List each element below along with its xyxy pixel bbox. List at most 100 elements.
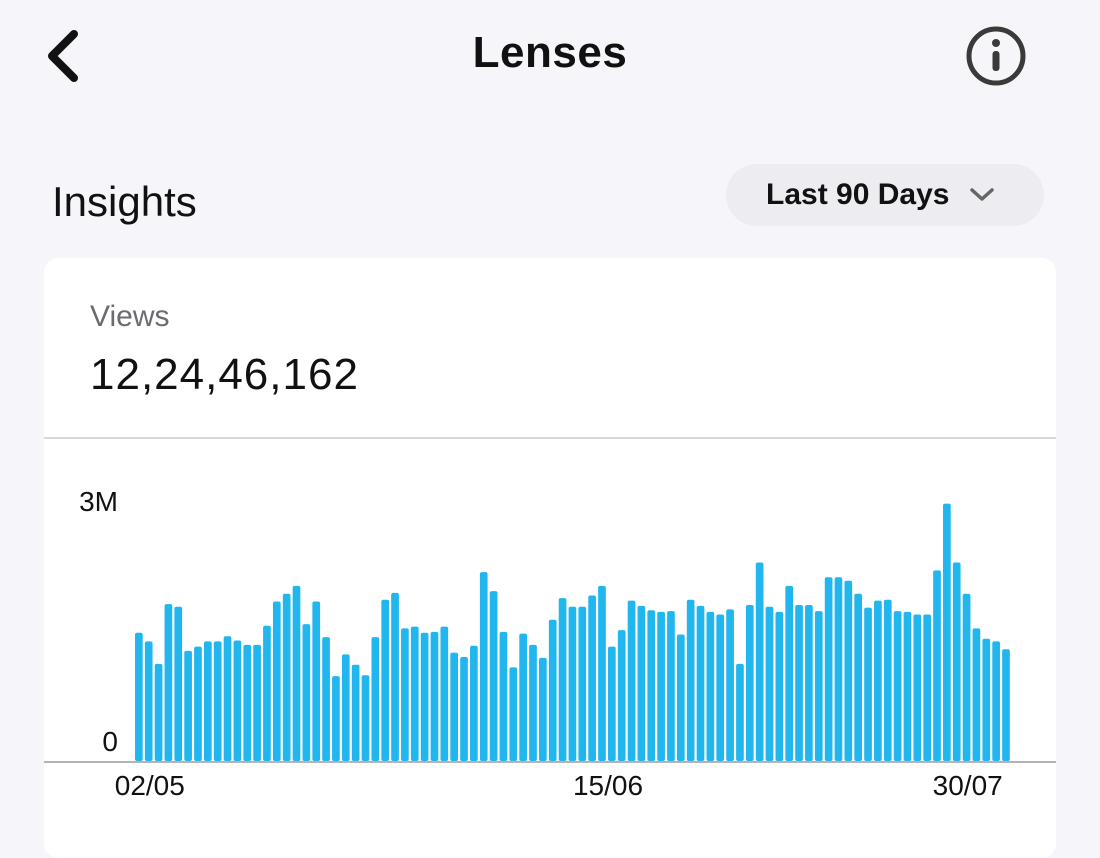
chart-bar <box>647 610 656 761</box>
chevron-down-icon <box>970 188 995 201</box>
x-tick-label: 02/05 <box>115 770 185 801</box>
chart-bar <box>509 667 518 761</box>
chart-bar <box>775 611 784 761</box>
chart-bar <box>233 640 242 761</box>
chart-bar <box>332 676 340 761</box>
chart-bar <box>253 644 261 761</box>
chart-bar <box>883 599 892 761</box>
chart-bar <box>243 644 252 761</box>
chart-bar <box>312 601 321 761</box>
y-tick-label: 3M <box>79 486 118 517</box>
page-title: Lenses <box>472 28 628 77</box>
chart-bar <box>539 657 547 761</box>
chart-bar <box>982 638 991 761</box>
chart-bar <box>578 606 587 761</box>
views-bar-chart: 0 3M 02/05 15/06 30/07 <box>44 486 1056 801</box>
chart-bar <box>913 614 922 761</box>
chart-bar <box>450 652 459 761</box>
chart-bar <box>598 585 606 761</box>
chart-bar <box>834 577 843 761</box>
chart-bar <box>223 636 232 761</box>
chart-bar <box>194 646 202 761</box>
chart-bar <box>588 595 596 761</box>
chart-bar <box>410 626 419 761</box>
chart-bar <box>874 600 882 761</box>
chart-bar <box>460 657 468 761</box>
chart-bar <box>144 641 153 761</box>
chart-bar <box>568 606 577 761</box>
chart-bar <box>706 611 715 761</box>
chart-bar <box>558 598 567 761</box>
chart-bar <box>933 570 941 761</box>
chart-bar <box>499 631 508 761</box>
chart-bar <box>736 663 744 761</box>
x-tick-label: 30/07 <box>933 770 1003 801</box>
chart-bar <box>923 614 931 761</box>
chart-bar <box>292 585 301 761</box>
chart-bar <box>765 606 774 761</box>
date-range-label: Last 90 Days <box>766 178 950 211</box>
chart-bar <box>844 580 853 761</box>
chart-bar <box>627 600 636 761</box>
chart-bar <box>341 654 350 761</box>
chart-bar <box>272 601 281 761</box>
chart-bar <box>440 626 449 761</box>
chart-bar <box>154 663 163 761</box>
chart-bar <box>903 611 912 761</box>
chart-bar <box>716 614 725 761</box>
chart-bar <box>785 585 794 761</box>
chart-bar <box>814 611 823 761</box>
chart-bar <box>371 637 380 761</box>
chart-bar <box>391 592 399 761</box>
chart-bar <box>617 630 626 761</box>
chart-bar <box>972 628 981 761</box>
chart-bar <box>420 632 429 761</box>
chart-bar <box>282 593 291 761</box>
chart-bar <box>943 503 951 761</box>
chart-bar <box>470 645 478 761</box>
chart-bar <box>1002 649 1010 761</box>
chart-bar <box>529 644 537 761</box>
chart-bar <box>174 606 183 761</box>
chart-bar <box>203 641 212 761</box>
chart-bar <box>992 641 1000 761</box>
chart-bar <box>726 609 734 761</box>
chart-bar <box>657 611 665 761</box>
chart-bar <box>184 650 192 761</box>
chart-bar <box>548 619 557 761</box>
chart-bar <box>430 631 439 761</box>
chart-bar <box>489 591 498 761</box>
chart-bar <box>607 646 616 761</box>
chart-bar <box>302 624 311 761</box>
chart-bar <box>263 625 271 761</box>
section-title: Insights <box>52 178 197 225</box>
chart-bar <box>667 611 675 761</box>
chart-bar <box>676 634 685 761</box>
chart-bar <box>519 633 527 761</box>
chart-bar <box>135 632 143 761</box>
chart-bar <box>696 605 705 761</box>
chart-bar <box>824 577 833 761</box>
chart-bar <box>805 605 813 761</box>
chart-bar <box>164 604 173 761</box>
y-tick-label: 0 <box>102 726 118 757</box>
info-icon <box>966 26 1026 86</box>
chart-bar <box>401 628 409 761</box>
info-button[interactable] <box>964 24 1028 88</box>
chart-bar <box>755 562 764 761</box>
chart-bar <box>361 675 370 761</box>
chart-bar <box>745 605 754 761</box>
chart-bar <box>351 664 360 761</box>
x-tick-label: 15/06 <box>573 770 643 801</box>
chart-bar <box>479 572 488 761</box>
date-range-dropdown[interactable]: Last 90 Days <box>726 164 1044 226</box>
chart-bar <box>686 599 695 761</box>
chart-bar <box>381 599 390 761</box>
chart-bar <box>854 593 863 761</box>
chart-bar <box>864 607 872 761</box>
top-bar: Lenses <box>0 0 1100 120</box>
chart-bar <box>952 562 961 761</box>
insights-card: Views 12,24,46,162 0 3M 02/05 15/06 30/07 <box>44 258 1056 858</box>
chart-bar <box>637 605 646 761</box>
chart-bar <box>962 593 971 761</box>
